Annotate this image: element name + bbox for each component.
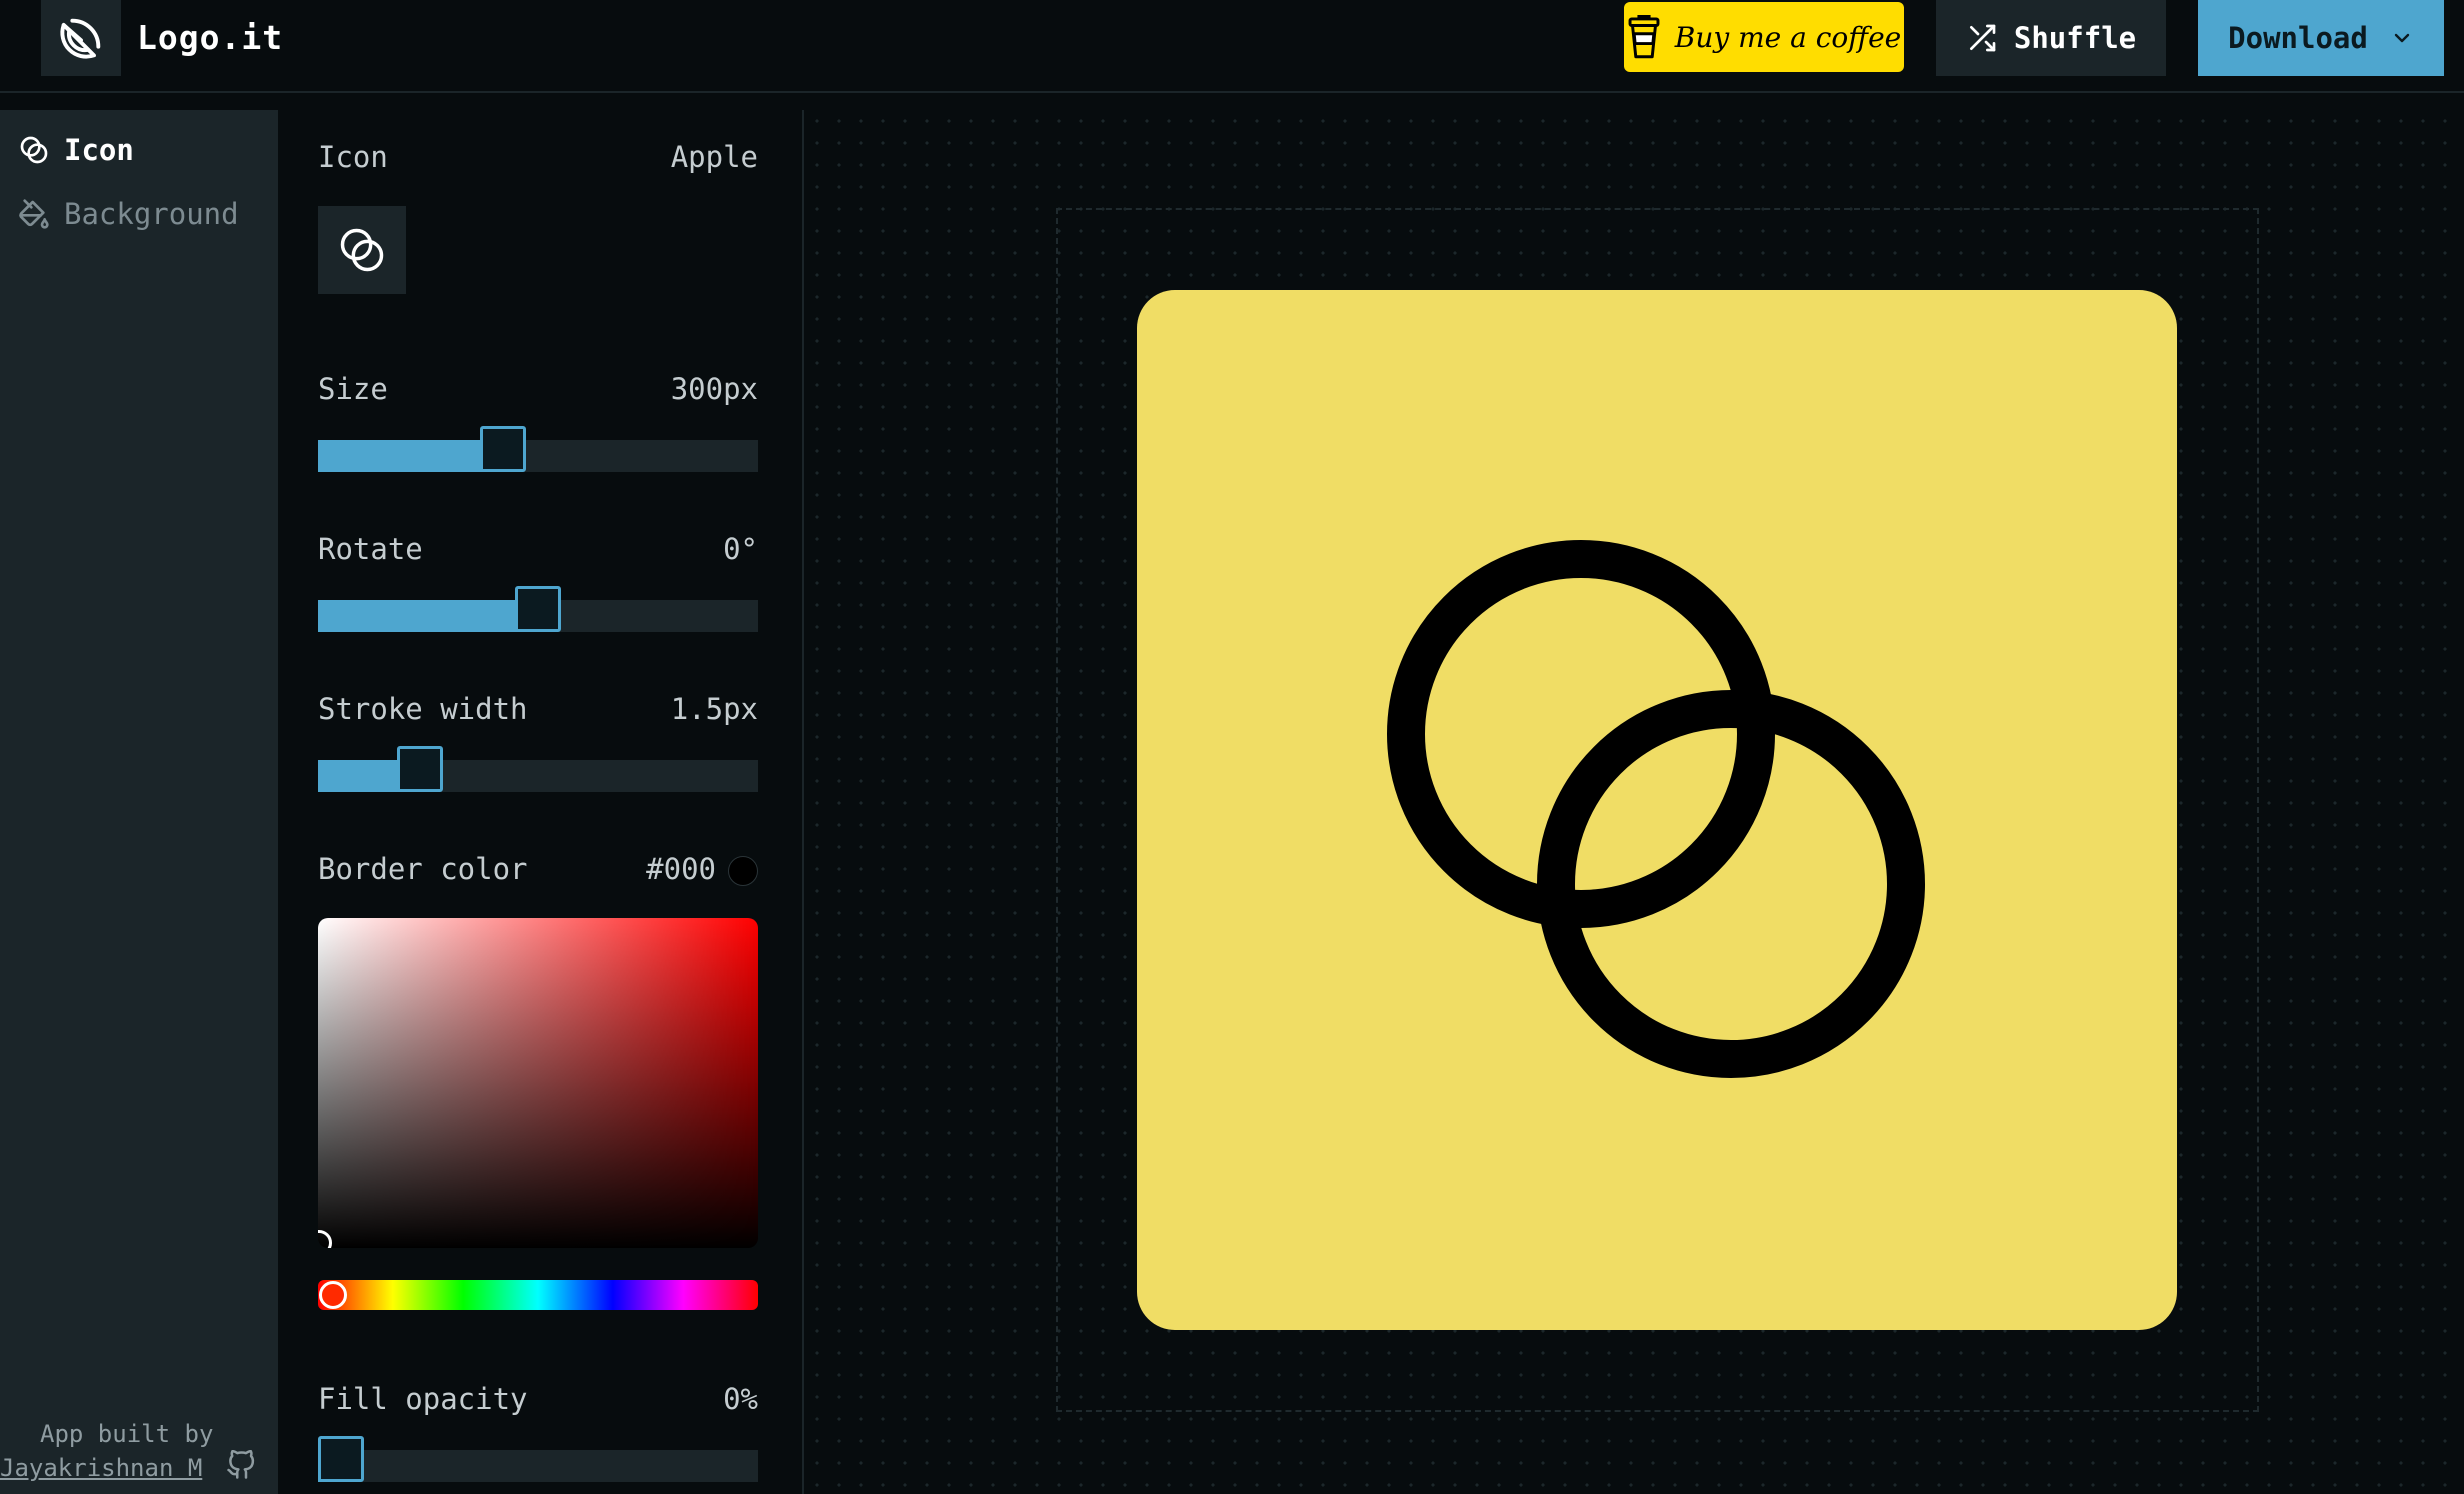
fill-opacity-slider[interactable] (318, 1436, 758, 1482)
size-value: 300px (670, 372, 758, 406)
app-title: Logo.it (137, 18, 284, 57)
saturation-value-picker[interactable] (318, 918, 758, 1248)
sidebar-nav: Icon Background App built by Jayakrishna… (0, 110, 278, 1494)
fill-opacity-setting-row: Fill opacity 0% (318, 1382, 758, 1416)
icon-settings-panel: Icon Apple Size 300px Rotate 0° Stroke w… (278, 110, 804, 1494)
buy-me-a-coffee-button[interactable]: Buy me a coffee (1624, 2, 1904, 72)
saturation-value-thumb[interactable] (318, 1230, 332, 1248)
paint-bucket-icon (19, 199, 49, 229)
rotate-label: Rotate (318, 532, 423, 566)
hue-slider-thumb[interactable] (319, 1281, 347, 1309)
sidebar-item-label: Icon (64, 133, 134, 167)
coffee-button-label: Buy me a coffee (1674, 20, 1902, 54)
github-icon[interactable] (226, 1449, 256, 1486)
stroke-width-setting-row: Stroke width 1.5px (318, 692, 758, 726)
chevron-down-icon (2394, 33, 2410, 43)
logo-preview[interactable] (1137, 290, 2177, 1330)
intersecting-circles-icon (1387, 540, 1925, 1078)
fill-opacity-slider-thumb[interactable] (318, 1436, 364, 1482)
shuffle-button[interactable]: Shuffle (1936, 0, 2166, 76)
border-color-label: Border color (318, 852, 528, 886)
rotate-value: 0° (723, 532, 758, 566)
app-logo[interactable] (41, 0, 121, 76)
icon-picker-button[interactable] (318, 206, 406, 294)
border-color-value-group: #000 (646, 852, 758, 886)
stroke-width-slider-thumb[interactable] (397, 746, 443, 792)
credit-text: App built by (40, 1420, 214, 1448)
border-color-value: #000 (646, 852, 716, 886)
download-button-label: Download (2228, 21, 2368, 55)
stroke-width-value: 1.5px (670, 692, 758, 726)
shuffle-icon (1969, 24, 1996, 52)
lemon-slice-logo-icon (60, 18, 101, 59)
hue-slider[interactable] (318, 1280, 758, 1310)
icon-setting-row: Icon Apple (318, 140, 758, 174)
shuffle-button-label: Shuffle (2013, 21, 2137, 55)
fill-opacity-value: 0% (723, 1382, 758, 1416)
border-color-setting-row: Border color #000 (318, 852, 758, 886)
sidebar-item-background[interactable]: Background (18, 194, 239, 234)
sidebar-item-icon[interactable]: Icon (18, 130, 134, 170)
stroke-width-slider[interactable] (318, 746, 758, 792)
size-slider-thumb[interactable] (480, 426, 526, 472)
size-slider[interactable] (318, 426, 758, 472)
rotate-setting-row: Rotate 0° (318, 532, 758, 566)
rotate-slider-fill (318, 600, 538, 632)
rotate-slider[interactable] (318, 586, 758, 632)
sidebar-item-label: Background (64, 197, 239, 231)
intersecting-circles-icon (20, 136, 48, 164)
download-button[interactable]: Download (2198, 0, 2444, 76)
icon-setting-label: Icon (318, 140, 388, 174)
preview-canvas (806, 110, 2464, 1494)
author-link[interactable]: Jayakrishnan M (0, 1454, 202, 1482)
size-slider-fill (318, 440, 503, 472)
rotate-slider-thumb[interactable] (515, 586, 561, 632)
fill-opacity-label: Fill opacity (318, 1382, 528, 1416)
size-label: Size (318, 372, 388, 406)
size-setting-row: Size 300px (318, 372, 758, 406)
intersecting-circles-icon (340, 228, 384, 272)
coffee-cup-icon (1628, 14, 1660, 59)
app-header: Logo.it Buy me a coffee Shuffle Download (0, 0, 2464, 93)
stroke-width-label: Stroke width (318, 692, 528, 726)
border-color-swatch[interactable] (728, 856, 758, 886)
icon-setting-value: Apple (670, 140, 758, 174)
